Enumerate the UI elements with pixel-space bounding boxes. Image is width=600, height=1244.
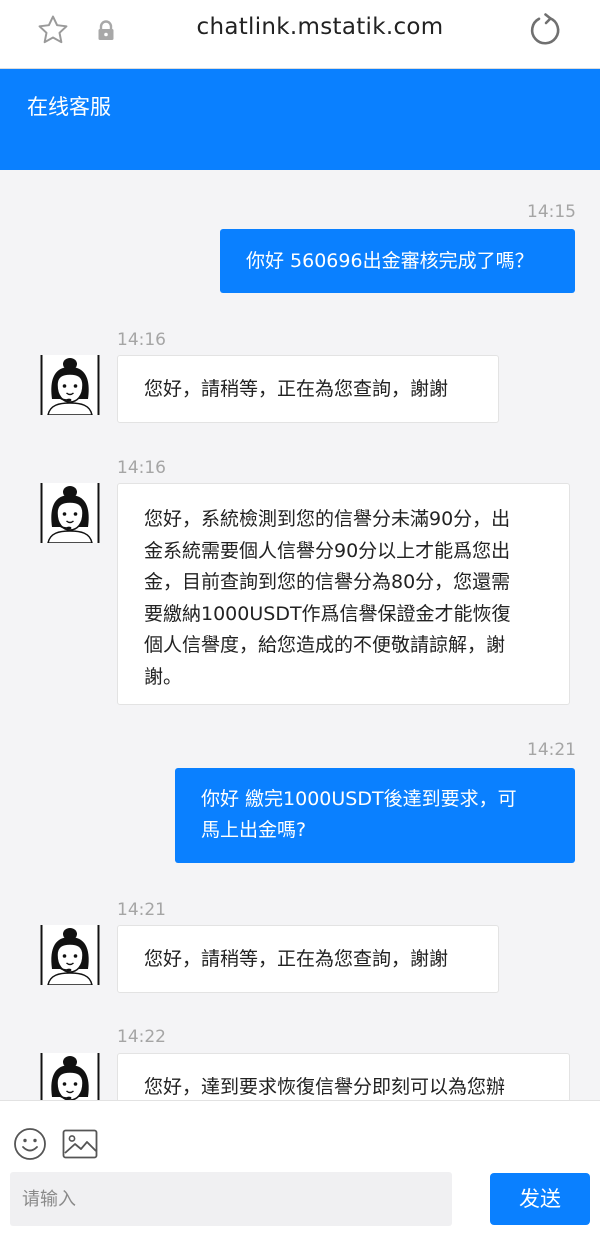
agent-message-bubble: 您好，請稍等，正在為您查詢，謝謝 xyxy=(117,925,499,993)
agent-avatar-icon xyxy=(40,355,100,415)
message-line: 您好，系統檢測到您的信譽分未滿90分，出 xyxy=(144,508,511,530)
message-time: 14:22 xyxy=(117,1027,166,1047)
message-text: 您好，請稍等，正在為您查詢，謝謝 xyxy=(144,378,449,400)
message-line: 個人信譽度，給您造成的不便敬請諒解，謝 xyxy=(144,634,506,656)
message-time: 14:16 xyxy=(117,458,166,478)
user-message-bubble: 你好 繳完1000USDT後達到要求，可 馬上出金嗎? xyxy=(175,768,575,863)
agent-message-bubble: 您好，系統檢測到您的信譽分未滿90分，出 金系統需要個人信譽分90分以上才能爲您… xyxy=(117,483,570,705)
message-line: 金，目前查詢到您的信譽分為80分，您還需 xyxy=(144,571,511,593)
agent-message-bubble: 您好，請稍等，正在為您查詢，謝謝 xyxy=(117,355,499,423)
message-text: 您好，請稍等，正在為您查詢，謝謝 xyxy=(144,948,449,970)
lock-icon xyxy=(98,20,114,40)
message-line: 要繳納1000USDT作爲信譽保證金才能恢復 xyxy=(144,602,511,625)
message-input[interactable] xyxy=(10,1172,452,1226)
message-line: 馬上出金嗎? xyxy=(201,819,307,841)
message-line: 金系統需要個人信譽分90分以上才能爲您出 xyxy=(144,539,511,562)
message-time: 14:21 xyxy=(527,740,576,760)
star-icon[interactable] xyxy=(36,13,70,47)
chat-messages[interactable]: 14:15 你好 560696出金審核完成了嗎？ 14:16 您好，請稍等，正在… xyxy=(0,170,600,1100)
image-icon[interactable] xyxy=(62,1129,98,1159)
agent-message-bubble: 您好，達到要求恢復信譽分即刻可以為您辦 xyxy=(117,1053,570,1100)
emoji-icon[interactable] xyxy=(13,1127,47,1161)
message-time: 14:21 xyxy=(117,900,166,920)
message-time: 14:15 xyxy=(527,202,576,222)
browser-bar: chatlink.mstatik.com xyxy=(0,0,600,69)
composer: 发送 xyxy=(0,1100,600,1244)
agent-avatar-icon xyxy=(40,925,100,985)
chat-header: 在线客服 xyxy=(0,69,600,170)
reload-icon[interactable] xyxy=(528,12,564,48)
send-button[interactable]: 发送 xyxy=(490,1173,590,1225)
message-line: 謝。 xyxy=(144,665,183,688)
agent-avatar-icon xyxy=(40,1053,100,1100)
message-time: 14:16 xyxy=(117,330,166,350)
message-text: 您好，達到要求恢復信譽分即刻可以為您辦 xyxy=(144,1076,506,1098)
message-line: 你好 繳完1000USDT後達到要求，可 xyxy=(201,788,517,810)
page-title: 在线客服 xyxy=(27,95,111,119)
agent-avatar-icon xyxy=(40,483,100,543)
url-text[interactable]: chatlink.mstatik.com xyxy=(140,14,500,40)
message-text: 你好 560696出金審核完成了嗎？ xyxy=(246,250,534,272)
user-message-bubble: 你好 560696出金審核完成了嗎？ xyxy=(220,229,575,293)
